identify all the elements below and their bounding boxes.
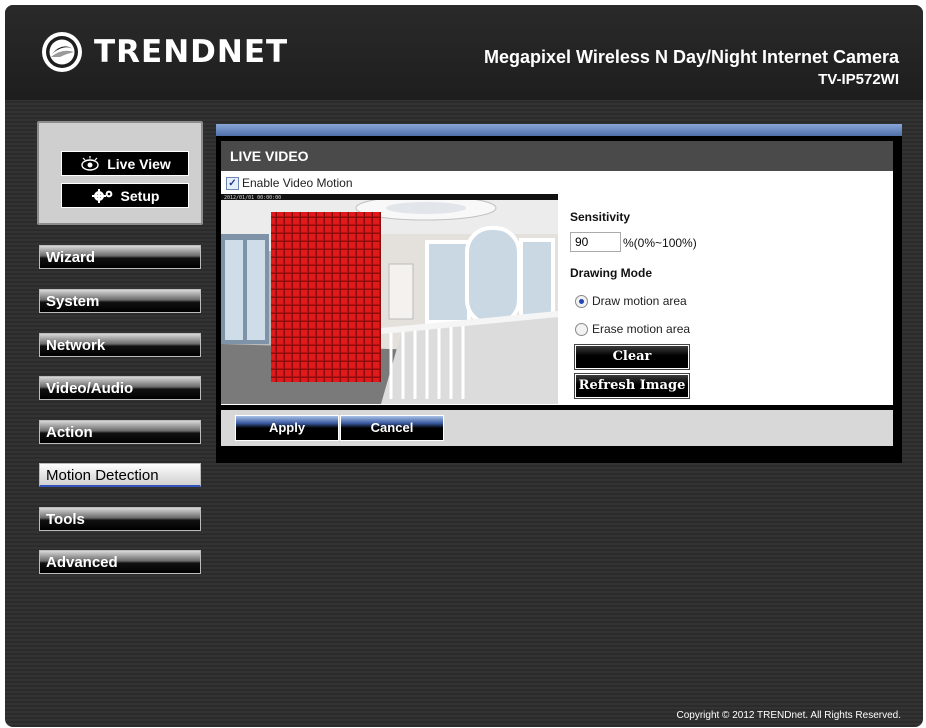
erase-mode-label: Erase motion area	[592, 322, 691, 336]
logo-text: TRENDNET	[94, 34, 289, 70]
nav-network[interactable]: Network	[39, 333, 201, 357]
action-bar: Apply Cancel	[221, 410, 893, 446]
logo: TRENDNET	[40, 30, 288, 74]
sensitivity-range-text: %(0%~100%)	[623, 236, 697, 250]
motion-settings: Sensitivity %(0%~100%) Drawing Mode Draw…	[570, 171, 890, 405]
panel-body: ✓ Enable Video Motion 2012/01/01 00:00:0…	[221, 171, 893, 405]
nav-video-audio[interactable]: Video/Audio	[39, 376, 201, 400]
enable-motion-label: Enable Video Motion	[242, 176, 353, 190]
content-accent-bar	[216, 124, 902, 136]
product-model: TV-IP572WI	[818, 71, 899, 88]
nav-tools[interactable]: Tools	[39, 507, 201, 531]
panel-title: LIVE VIDEO	[221, 141, 893, 171]
apply-button[interactable]: Apply	[235, 415, 339, 441]
clear-button[interactable]: Clear	[575, 345, 689, 369]
nav-system[interactable]: System	[39, 289, 201, 313]
view-mode-box: Live View Setup	[37, 121, 203, 225]
live-view-button[interactable]: Live View	[61, 151, 189, 176]
nav-motion-detection[interactable]: Motion Detection	[39, 463, 201, 487]
eye-icon	[81, 155, 99, 171]
live-view-label: Live View	[107, 155, 171, 172]
draw-mode-option[interactable]: Draw motion area	[575, 294, 687, 308]
sensitivity-input[interactable]	[570, 232, 621, 252]
enable-motion-row: ✓ Enable Video Motion	[226, 176, 353, 190]
enable-motion-checkbox[interactable]: ✓	[226, 176, 239, 190]
app-frame: TRENDNET Megapixel Wireless N Day/Night …	[5, 5, 923, 727]
header: TRENDNET Megapixel Wireless N Day/Night …	[5, 5, 923, 100]
nav-advanced[interactable]: Advanced	[39, 550, 201, 574]
live-video-panel: LIVE VIDEO ✓ Enable Video Motion 2012/01…	[216, 136, 902, 463]
copyright-text: Copyright © 2012 TRENDnet. All Rights Re…	[676, 710, 901, 721]
drawing-mode-label: Drawing Mode	[570, 266, 653, 280]
sensitivity-label: Sensitivity	[570, 210, 631, 224]
product-title: Megapixel Wireless N Day/Night Internet …	[484, 47, 899, 67]
nav-action[interactable]: Action	[39, 420, 201, 444]
trendnet-logo-icon	[42, 32, 82, 72]
svg-text:2012/01/01 00:00:00: 2012/01/01 00:00:00	[224, 195, 281, 201]
draw-mode-label: Draw motion area	[592, 294, 687, 308]
gear-icon	[91, 188, 112, 203]
setup-button[interactable]: Setup	[61, 183, 189, 208]
cancel-button[interactable]: Cancel	[340, 415, 444, 441]
erase-mode-radio[interactable]	[575, 322, 588, 336]
setup-label: Setup	[120, 187, 160, 204]
refresh-image-button[interactable]: Refresh Image	[575, 374, 689, 398]
nav-wizard[interactable]: Wizard	[39, 245, 201, 269]
draw-mode-radio[interactable]	[575, 294, 588, 308]
camera-image: 2012/01/01 00:00:00	[221, 194, 558, 404]
motion-video-canvas[interactable]: 2012/01/01 00:00:00	[221, 194, 558, 404]
erase-mode-option[interactable]: Erase motion area	[575, 322, 690, 336]
